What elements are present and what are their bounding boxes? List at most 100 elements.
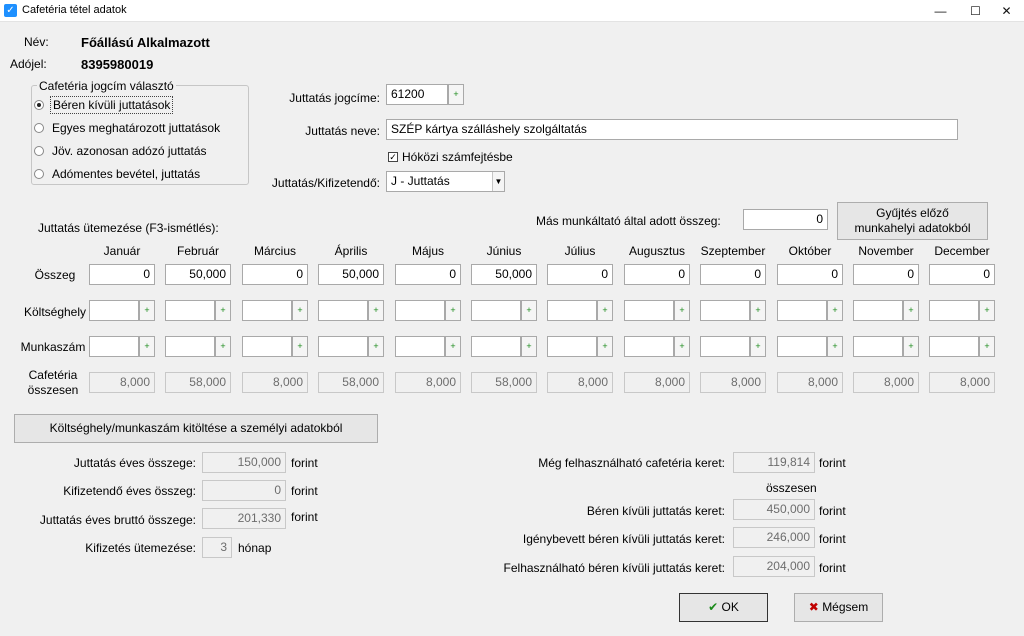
job-number-input[interactable]: [929, 336, 979, 357]
month-job-number-field[interactable]: +: [700, 336, 766, 357]
month-amount-input[interactable]: 0: [624, 264, 690, 285]
cost-center-pick-button[interactable]: +: [445, 300, 461, 321]
cost-center-pick-button[interactable]: +: [368, 300, 384, 321]
job-number-pick-button[interactable]: +: [215, 336, 231, 357]
job-number-input[interactable]: [700, 336, 750, 357]
job-number-pick-button[interactable]: +: [521, 336, 537, 357]
month-job-number-field[interactable]: +: [624, 336, 690, 357]
month-amount-input[interactable]: 0: [242, 264, 308, 285]
month-job-number-field[interactable]: +: [853, 336, 919, 357]
month-cost-center-field[interactable]: +: [242, 300, 308, 321]
month-amount-input[interactable]: 50,000: [165, 264, 231, 285]
maximize-button[interactable]: ☐: [959, 0, 992, 22]
minimize-button[interactable]: —: [924, 0, 957, 22]
job-number-pick-button[interactable]: +: [903, 336, 919, 357]
month-cost-center-field[interactable]: +: [853, 300, 919, 321]
job-number-input[interactable]: [624, 336, 674, 357]
month-amount-input[interactable]: 0: [929, 264, 995, 285]
job-number-input[interactable]: [165, 336, 215, 357]
cost-center-pick-button[interactable]: +: [827, 300, 843, 321]
job-number-input[interactable]: [547, 336, 597, 357]
cost-center-input[interactable]: [777, 300, 827, 321]
month-amount-input[interactable]: 50,000: [318, 264, 384, 285]
cost-center-input[interactable]: [165, 300, 215, 321]
job-number-input[interactable]: [777, 336, 827, 357]
chevron-down-icon[interactable]: ▼: [492, 172, 504, 191]
cost-center-input[interactable]: [471, 300, 521, 321]
month-cost-center-field[interactable]: +: [929, 300, 995, 321]
month-job-number-field[interactable]: +: [395, 336, 461, 357]
cost-center-input[interactable]: [929, 300, 979, 321]
job-number-pick-button[interactable]: +: [597, 336, 613, 357]
month-job-number-field[interactable]: +: [777, 336, 843, 357]
month-amount-input[interactable]: 0: [853, 264, 919, 285]
payable-type-select[interactable]: J - Juttatás: [386, 171, 505, 192]
cost-center-pick-button[interactable]: +: [750, 300, 766, 321]
job-number-pick-button[interactable]: +: [979, 336, 995, 357]
radio-option-jov-azonosan[interactable]: Jöv. azonosan adózó juttatás: [34, 142, 209, 160]
job-number-input[interactable]: [471, 336, 521, 357]
month-amount-input[interactable]: 0: [89, 264, 155, 285]
month-job-number-field[interactable]: +: [929, 336, 995, 357]
fill-from-personal-data-button[interactable]: Költséghely/munkaszám kitöltése a személ…: [14, 414, 378, 443]
benefit-name-input[interactable]: SZÉP kártya szálláshely szolgáltatás: [386, 119, 958, 140]
cost-center-pick-button[interactable]: +: [903, 300, 919, 321]
month-amount-input[interactable]: 0: [700, 264, 766, 285]
month-amount-input[interactable]: 0: [777, 264, 843, 285]
job-number-pick-button[interactable]: +: [750, 336, 766, 357]
month-amount-input[interactable]: 50,000: [471, 264, 537, 285]
job-number-pick-button[interactable]: +: [368, 336, 384, 357]
cost-center-pick-button[interactable]: +: [521, 300, 537, 321]
month-amount-input[interactable]: 0: [547, 264, 613, 285]
cost-center-input[interactable]: [853, 300, 903, 321]
radio-button[interactable]: [34, 169, 44, 179]
radio-button[interactable]: [34, 123, 44, 133]
cost-center-input[interactable]: [89, 300, 139, 321]
job-number-input[interactable]: [395, 336, 445, 357]
month-cost-center-field[interactable]: +: [547, 300, 613, 321]
cost-center-input[interactable]: [242, 300, 292, 321]
cost-center-pick-button[interactable]: +: [215, 300, 231, 321]
month-cost-center-field[interactable]: +: [89, 300, 155, 321]
cost-center-pick-button[interactable]: +: [597, 300, 613, 321]
job-number-input[interactable]: [318, 336, 368, 357]
month-job-number-field[interactable]: +: [165, 336, 231, 357]
job-number-pick-button[interactable]: +: [827, 336, 843, 357]
radio-option-beren-kivuli[interactable]: Béren kívüli juttatások: [34, 96, 174, 114]
month-cost-center-field[interactable]: +: [318, 300, 384, 321]
cost-center-pick-button[interactable]: +: [292, 300, 308, 321]
radio-option-adomentes[interactable]: Adómentes bevétel, juttatás: [34, 165, 202, 183]
month-amount-input[interactable]: 0: [395, 264, 461, 285]
month-cost-center-field[interactable]: +: [777, 300, 843, 321]
month-cost-center-field[interactable]: +: [624, 300, 690, 321]
job-number-pick-button[interactable]: +: [139, 336, 155, 357]
other-employer-input[interactable]: 0: [743, 209, 828, 230]
job-number-input[interactable]: [853, 336, 903, 357]
cost-center-input[interactable]: [547, 300, 597, 321]
job-number-pick-button[interactable]: +: [445, 336, 461, 357]
benefit-code-input[interactable]: 61200: [386, 84, 448, 105]
month-cost-center-field[interactable]: +: [700, 300, 766, 321]
month-job-number-field[interactable]: +: [89, 336, 155, 357]
cancel-button[interactable]: ✖ Mégsem: [794, 593, 883, 622]
cost-center-input[interactable]: [624, 300, 674, 321]
job-number-input[interactable]: [89, 336, 139, 357]
month-job-number-field[interactable]: +: [318, 336, 384, 357]
cost-center-input[interactable]: [395, 300, 445, 321]
cost-center-input[interactable]: [318, 300, 368, 321]
radio-option-egyes-meghatarozott[interactable]: Egyes meghatározott juttatások: [34, 119, 222, 137]
cost-center-input[interactable]: [700, 300, 750, 321]
benefit-code-pick-button[interactable]: +: [448, 84, 464, 105]
radio-button[interactable]: [34, 100, 44, 110]
cost-center-pick-button[interactable]: +: [139, 300, 155, 321]
collect-previous-button[interactable]: Gyűjtés előző munkahelyi adatokból: [837, 202, 988, 240]
ok-button[interactable]: ✔ OK: [679, 593, 768, 622]
month-job-number-field[interactable]: +: [471, 336, 537, 357]
month-cost-center-field[interactable]: +: [395, 300, 461, 321]
job-number-pick-button[interactable]: +: [674, 336, 690, 357]
job-number-input[interactable]: [242, 336, 292, 357]
month-job-number-field[interactable]: +: [547, 336, 613, 357]
month-cost-center-field[interactable]: +: [471, 300, 537, 321]
month-cost-center-field[interactable]: +: [165, 300, 231, 321]
month-job-number-field[interactable]: +: [242, 336, 308, 357]
